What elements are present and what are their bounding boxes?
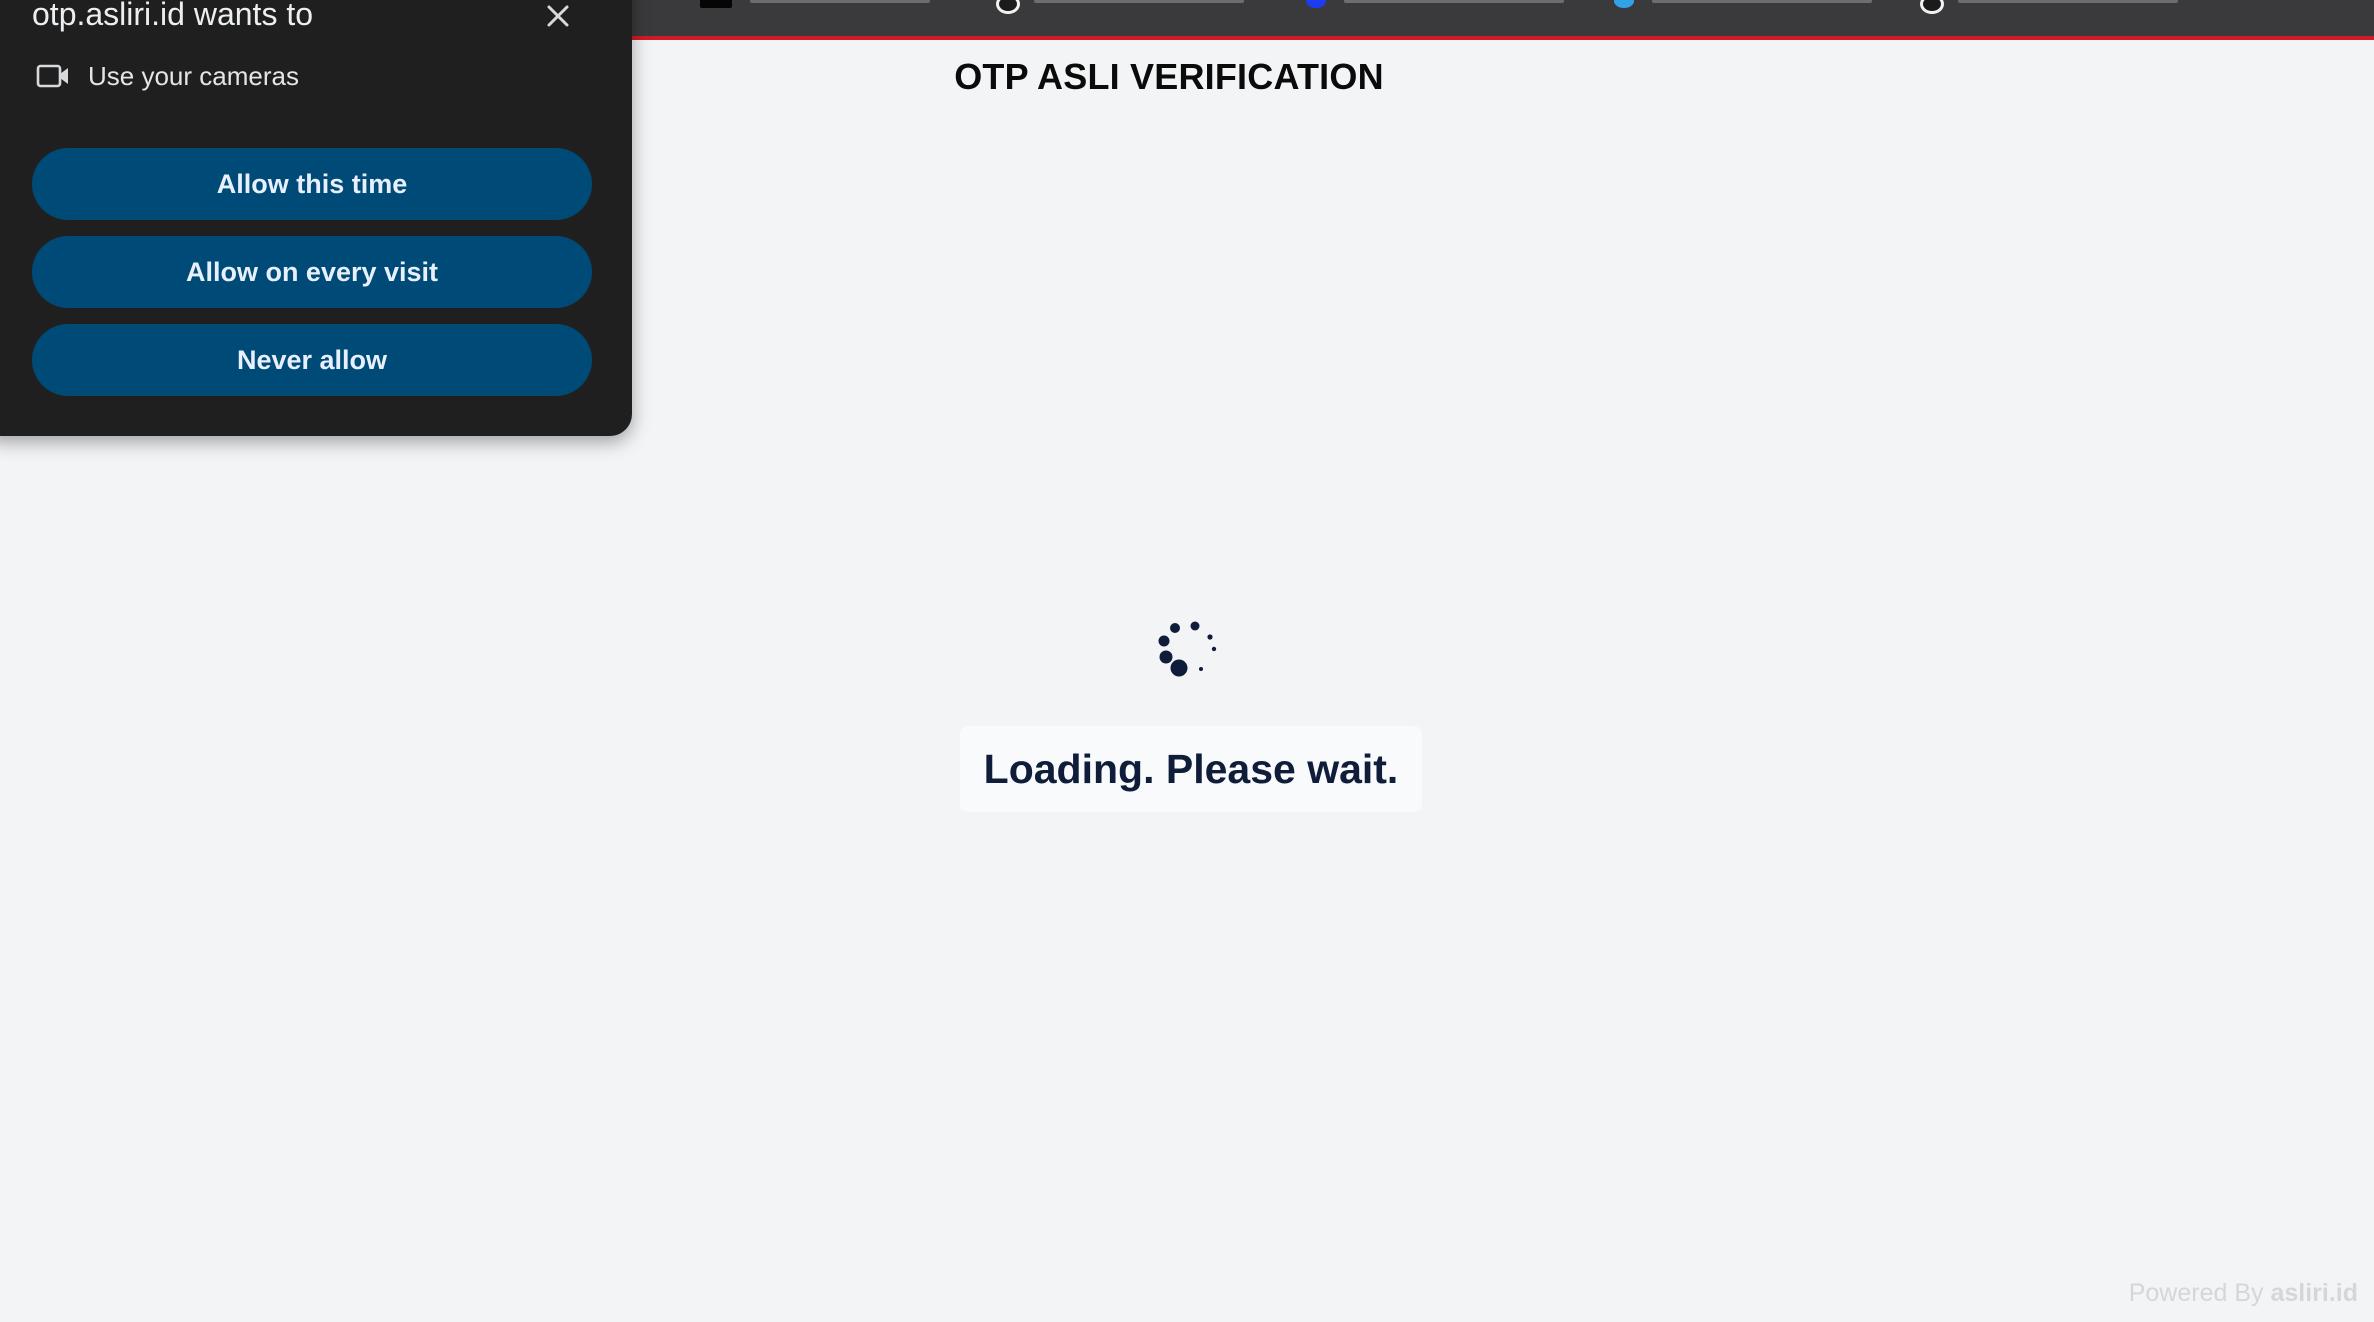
- bookmark-label: [750, 0, 930, 3]
- bookmark-label: [1344, 0, 1564, 3]
- loading-message: Loading. Please wait.: [983, 745, 1399, 792]
- permission-row-camera: Use your cameras: [36, 58, 299, 94]
- bookmark-favicon-icon: [1614, 0, 1634, 8]
- video-camera-icon: [36, 64, 68, 88]
- loading-spinner-icon: [1158, 621, 1217, 677]
- powered-by-footer: Powered By asliri.id: [2129, 1279, 2358, 1308]
- allow-this-time-button[interactable]: Allow this time: [32, 148, 592, 220]
- close-button[interactable]: [538, 0, 578, 36]
- bookmark-favicon-icon: [700, 0, 732, 8]
- allow-every-visit-button[interactable]: Allow on every visit: [32, 236, 592, 308]
- prompt-title: otp.asliri.id wants to: [32, 0, 314, 32]
- bookmark-favicon-icon: [1306, 0, 1326, 8]
- powered-by-prefix: Powered By: [2128, 1279, 2264, 1307]
- permission-label: Use your cameras: [88, 60, 299, 91]
- bookmark-favicon-icon: [996, 0, 1020, 14]
- camera-permission-prompt: otp.asliri.id wants to Use your cameras …: [0, 0, 632, 436]
- close-icon: [547, 5, 569, 27]
- bookmark-label: [1958, 0, 2178, 3]
- never-allow-button[interactable]: Never allow: [32, 324, 592, 396]
- powered-by-brand: asliri.id: [2270, 1279, 2358, 1307]
- loading-message-box: Loading. Please wait.: [960, 726, 1422, 812]
- bookmark-label: [1034, 0, 1244, 3]
- bookmark-favicon-icon: [1920, 0, 1944, 14]
- bookmark-label: [1652, 0, 1872, 3]
